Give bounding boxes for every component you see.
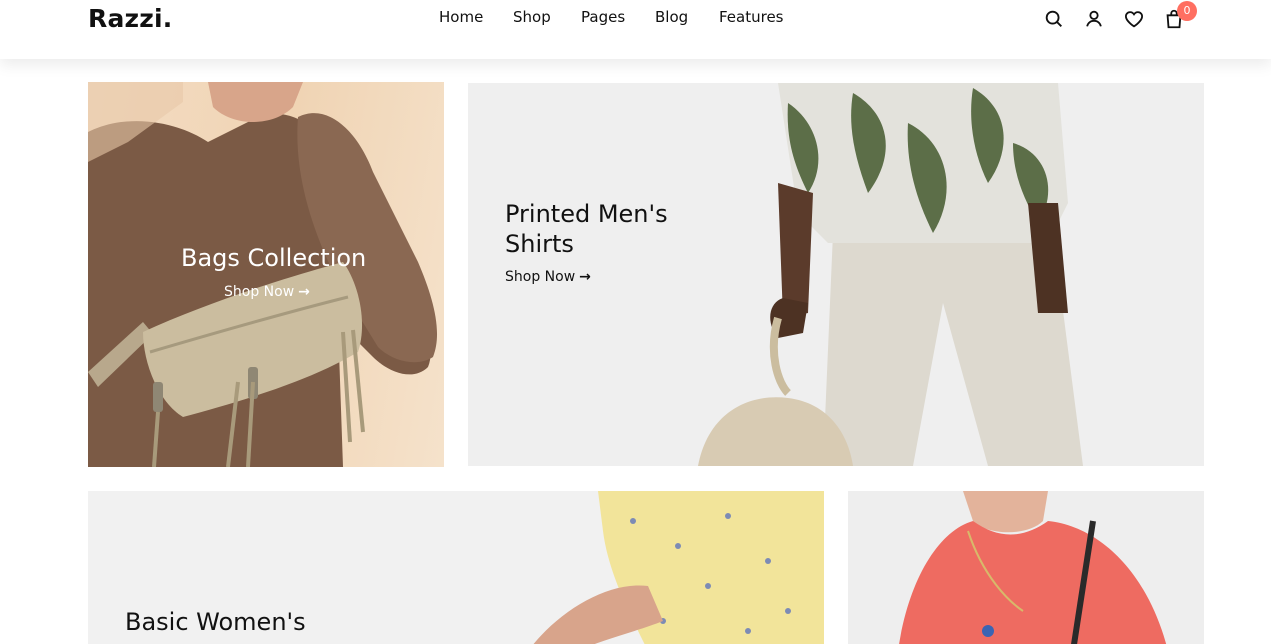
nav-home[interactable]: Home xyxy=(439,8,483,26)
shop-now-link[interactable]: Shop Now → xyxy=(505,269,591,285)
user-icon[interactable] xyxy=(1083,8,1105,30)
shop-now-label: Shop Now xyxy=(505,269,576,285)
nav-blog[interactable]: Blog xyxy=(655,8,688,26)
banner-title: Bags Collection xyxy=(181,244,367,272)
heart-icon[interactable] xyxy=(1123,8,1145,30)
shop-now-label: Shop Now xyxy=(224,284,295,300)
banner-title-line1: Basic Women's xyxy=(125,608,306,636)
banner-womens-top[interactable] xyxy=(848,491,1204,644)
banner-bags-collection[interactable]: Bags Collection Shop Now → xyxy=(88,82,444,467)
arrow-right-icon: → xyxy=(298,284,310,300)
nav-pages[interactable]: Pages xyxy=(581,8,625,26)
nav-shop[interactable]: Shop xyxy=(513,8,551,26)
nav-features[interactable]: Features xyxy=(719,8,784,26)
main-nav: Home Shop Pages Blog Features xyxy=(0,8,1271,30)
banner-basic-womens[interactable]: Basic Women's xyxy=(88,491,824,644)
site-header: Razzi. Home Shop Pages Blog Features 0 xyxy=(0,0,1271,59)
womens-top-banner-image xyxy=(899,491,1167,644)
arrow-right-icon: → xyxy=(579,269,591,285)
banner-title-line2: Shirts xyxy=(505,230,574,258)
shop-now-link[interactable]: Shop Now → xyxy=(224,284,310,300)
banner-title-line1: Printed Men's xyxy=(505,200,668,228)
bags-banner-image xyxy=(88,82,438,467)
search-icon[interactable] xyxy=(1043,8,1065,30)
cart-count-badge: 0 xyxy=(1177,1,1197,21)
banner-printed-mens-shirts[interactable]: Printed Men's Shirts Shop Now → xyxy=(468,83,1204,466)
